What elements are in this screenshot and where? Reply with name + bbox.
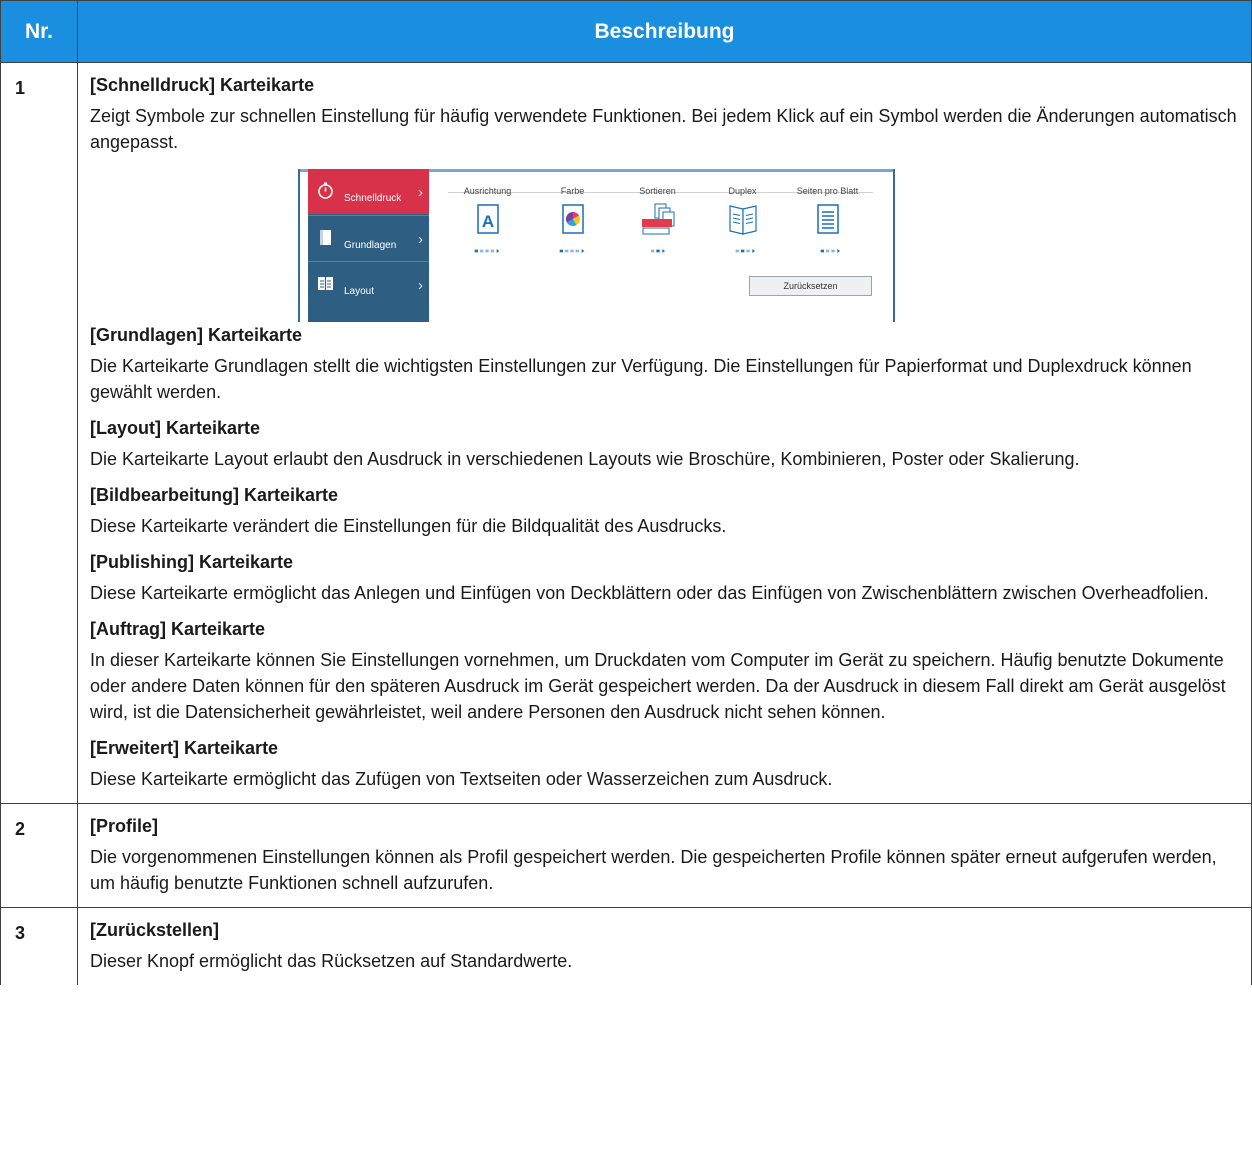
- row-number: 2: [0, 803, 78, 908]
- svg-text:A: A: [482, 212, 494, 231]
- color-icon[interactable]: [556, 203, 590, 237]
- chevron-right-icon: ›: [418, 277, 423, 294]
- duplex-icon[interactable]: [726, 203, 760, 237]
- section-text: Die Karteikarte Grundlagen stellt die wi…: [90, 356, 1192, 402]
- table-row: 2 [Profile] Die vorgenommenen Einstellun…: [0, 803, 1252, 908]
- option-indicator-icon: [474, 249, 500, 253]
- sidebar-item-label: Layout: [344, 286, 375, 297]
- section-title: [Zurückstellen]: [90, 920, 220, 940]
- table-row: 1 [Schnelldruck] Karteikarte Zeigt Symbo…: [0, 62, 1252, 804]
- column-duplex: Duplex: [728, 186, 757, 196]
- section-title: [Grundlagen] Karteikarte: [90, 325, 303, 345]
- reset-button[interactable]: Zurücksetzen: [749, 276, 872, 296]
- sidebar-item-layout[interactable]: Layout ›: [308, 261, 429, 307]
- section-title: [Publishing] Karteikarte: [90, 552, 294, 572]
- stopwatch-icon: [318, 182, 333, 199]
- sidebar-item-label: Grundlagen: [344, 240, 397, 251]
- section-text: Zeigt Symbole zur schnellen Einstellung …: [90, 106, 1237, 152]
- row-number: 1: [0, 62, 78, 804]
- section-text: Die vorgenommenen Einstellungen können a…: [90, 847, 1217, 893]
- section-title: [Erweitert] Karteikarte: [90, 738, 279, 758]
- row-number: 3: [0, 907, 78, 985]
- section-title: [Profile]: [90, 816, 159, 836]
- table-row: 3 [Zurückstellen] Dieser Knopf ermöglich…: [0, 907, 1252, 985]
- sidebar-item-label: Schnelldruck: [344, 193, 402, 204]
- row-description: [Profile] Die vorgenommenen Einstellunge…: [77, 803, 1252, 908]
- section-title: [Bildbearbeitung] Karteikarte: [90, 485, 339, 505]
- table-header-row: Nr. Beschreibung: [0, 0, 1252, 63]
- column-sortieren: Sortieren: [639, 186, 676, 196]
- pages-per-sheet-icon[interactable]: [811, 203, 845, 237]
- column-farbe: Farbe: [560, 186, 585, 196]
- option-indicator-icon: [651, 249, 665, 253]
- sidebar-item-schnelldruck[interactable]: Schnelldruck ›: [308, 169, 429, 214]
- section-text: Diese Karteikarte ermöglicht das Anlegen…: [90, 583, 1209, 603]
- section-title: [Layout] Karteikarte: [90, 418, 261, 438]
- layout-icon: [318, 277, 333, 290]
- row-description: [Schnelldruck] Karteikarte Zeigt Symbole…: [77, 62, 1252, 804]
- description-table: Nr. Beschreibung 1 [Schnelldruck] Kartei…: [0, 0, 1252, 985]
- section-text: Dieser Knopf ermöglicht das Rücksetzen a…: [90, 951, 573, 971]
- column-seiten-pro-blatt: Seiten pro Blatt: [796, 186, 859, 196]
- section-text: Diese Karteikarte ermöglicht das Zufügen…: [90, 769, 833, 789]
- orientation-portrait-icon[interactable]: A: [471, 203, 505, 237]
- printer-driver-screenshot: Schnelldruck › Grundlagen › Layout › Aus…: [298, 169, 895, 322]
- page-icon: [320, 230, 331, 245]
- header-nr: Nr.: [0, 0, 78, 63]
- option-indicator-icon: [820, 249, 840, 253]
- section-text: Die Karteikarte Layout erlaubt den Ausdr…: [90, 449, 1080, 469]
- section-text: Diese Karteikarte verändert die Einstell…: [90, 516, 727, 536]
- section-title: [Schnelldruck] Karteikarte: [90, 75, 315, 95]
- header-beschreibung: Beschreibung: [77, 0, 1252, 63]
- chevron-right-icon: ›: [418, 184, 423, 201]
- driver-sidebar: Schnelldruck › Grundlagen › Layout ›: [308, 169, 429, 322]
- collate-icon[interactable]: [641, 203, 675, 237]
- section-title: [Auftrag] Karteikarte: [90, 619, 266, 639]
- option-indicator-icon: [735, 249, 755, 253]
- section-text: In dieser Karteikarte können Sie Einstel…: [90, 650, 1226, 722]
- row-description: [Zurückstellen] Dieser Knopf ermöglicht …: [77, 907, 1252, 985]
- option-indicator-icon: [559, 249, 585, 253]
- chevron-right-icon: ›: [418, 231, 423, 248]
- sidebar-item-grundlagen[interactable]: Grundlagen ›: [308, 215, 429, 261]
- column-ausrichtung: Ausrichtung: [463, 186, 512, 196]
